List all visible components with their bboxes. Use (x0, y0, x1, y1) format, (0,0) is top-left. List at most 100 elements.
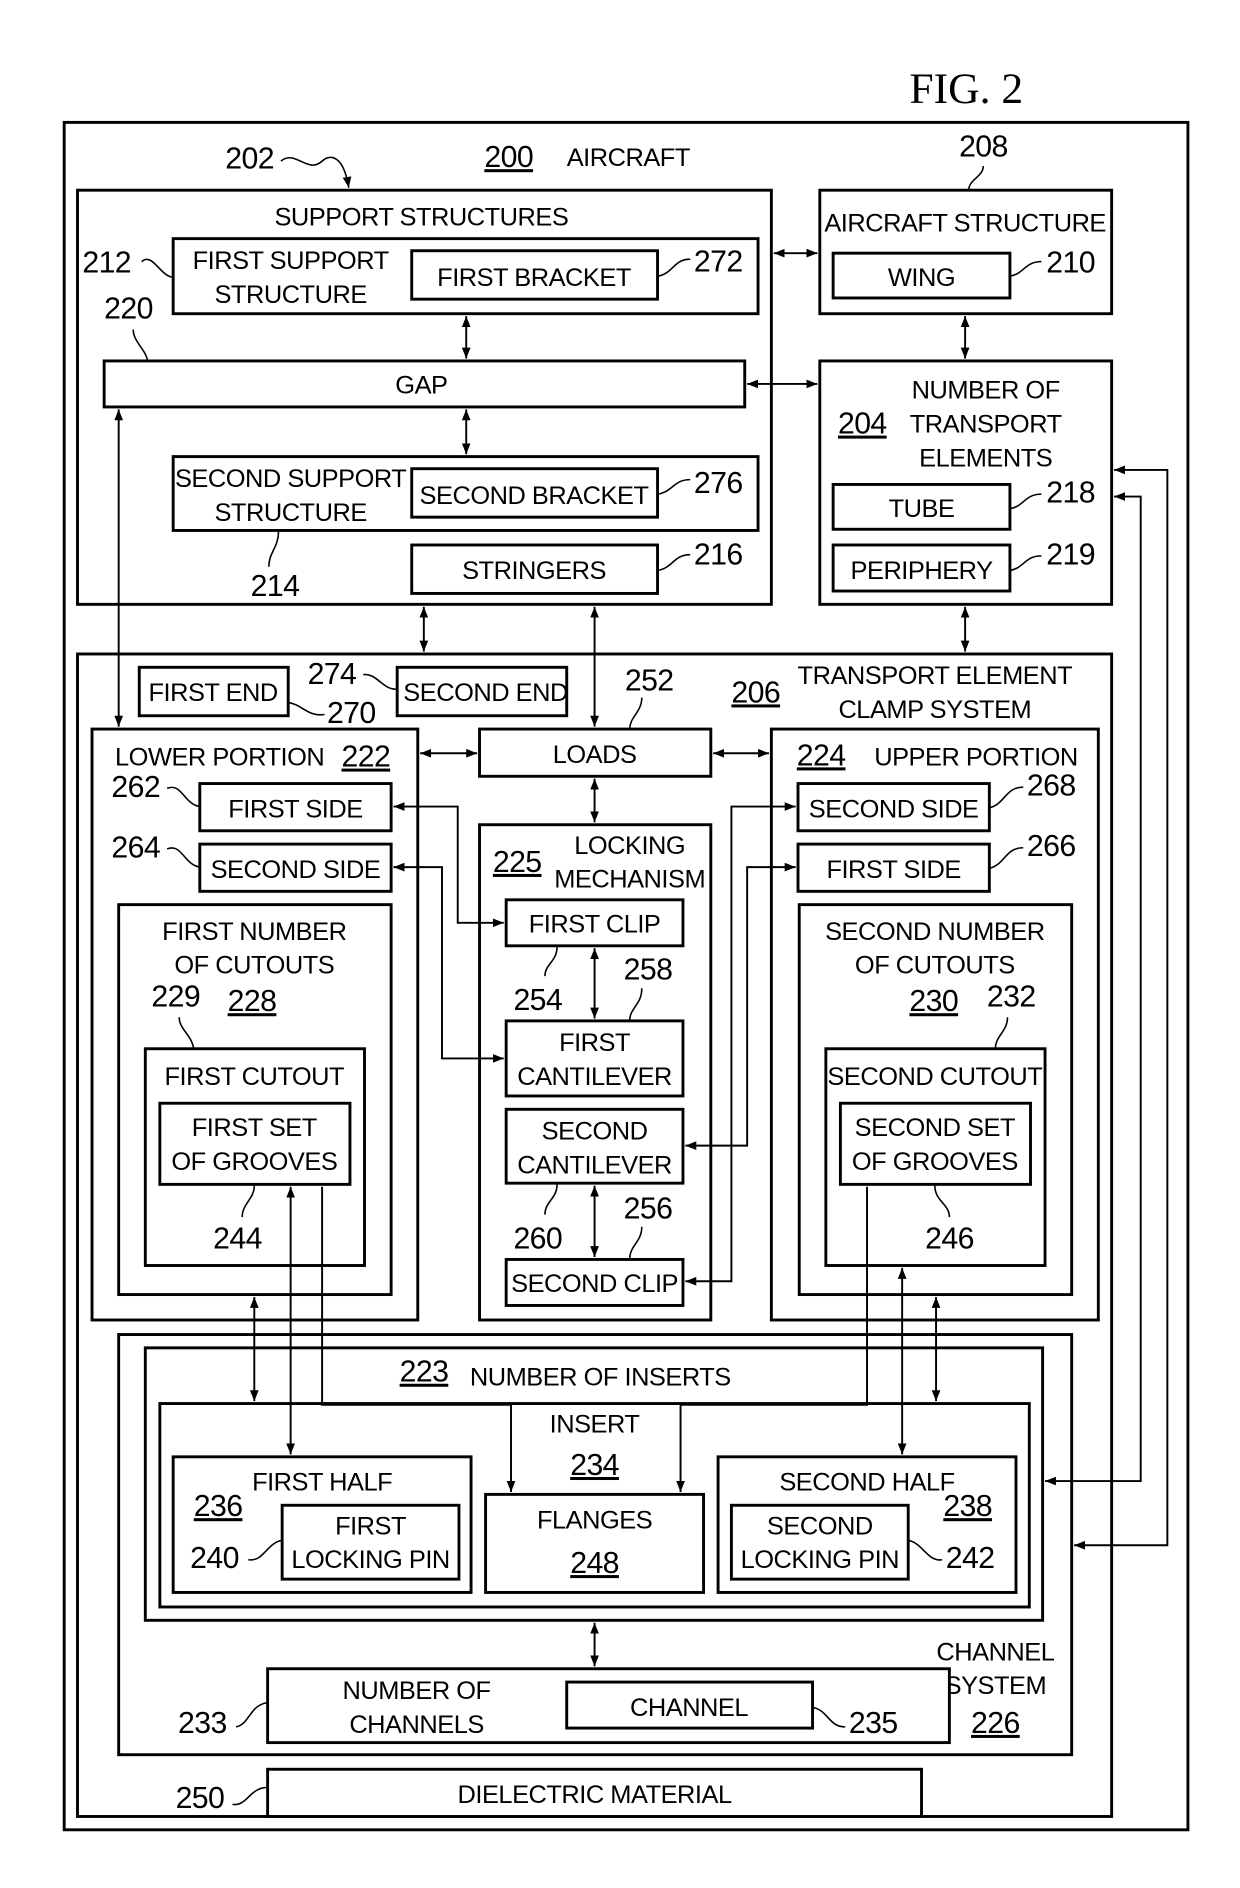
second-grooves-line1: SECOND SET (855, 1114, 1015, 1142)
support-structures-label: SUPPORT STRUCTURES (274, 203, 568, 231)
second-bracket-ref: 276 (694, 467, 743, 500)
aircraft-ref: 200 (484, 141, 533, 174)
gap-label: GAP (395, 372, 447, 400)
upper-portion-label: UPPER PORTION (874, 743, 1078, 771)
second-support-structure-line2: STRUCTURE (214, 499, 366, 527)
transport-elements-line3: ELEMENTS (919, 444, 1052, 472)
clamp-system-ref: 206 (731, 676, 780, 709)
locking-mechanism-line2: MECHANISM (554, 866, 705, 894)
clamp-system-line1: TRANSPORT ELEMENT (798, 662, 1073, 690)
channel-system-line1: CHANNEL (936, 1638, 1054, 1666)
second-cantilever-line2: CANTILEVER (517, 1151, 672, 1179)
periphery-label: PERIPHERY (851, 557, 994, 585)
upper-first-side-label: FIRST SIDE (826, 856, 960, 884)
upper-second-side-label: SECOND SIDE (809, 795, 979, 823)
lower-second-side-ref: 264 (111, 831, 160, 864)
inserts-label: NUMBER OF INSERTS (470, 1363, 731, 1391)
first-cantilever-line2: CANTILEVER (517, 1063, 672, 1091)
first-clip-ref: 254 (513, 984, 562, 1017)
first-locking-pin-ref: 240 (190, 1542, 239, 1575)
first-grooves-ref: 244 (213, 1223, 262, 1256)
upper-first-side-ref: 266 (1027, 830, 1076, 863)
first-cantilever-ref: 258 (624, 954, 673, 987)
first-cutouts-ref: 228 (228, 985, 277, 1018)
stringers-ref: 216 (694, 538, 743, 571)
locking-mechanism-ref: 225 (493, 846, 542, 879)
channel-ref: 235 (849, 1707, 898, 1740)
first-support-structure-ref: 212 (82, 247, 131, 280)
first-end-label: FIRST END (148, 679, 277, 707)
transport-elements-line1: NUMBER OF (912, 376, 1060, 404)
support-structures-ref: 202 (225, 142, 274, 175)
lower-portion-ref: 222 (341, 741, 390, 774)
second-cantilever-ref: 260 (513, 1223, 562, 1256)
second-locking-pin-line2: LOCKING PIN (741, 1546, 899, 1574)
first-grooves-line2: OF GROOVES (171, 1148, 337, 1176)
aircraft-structure-label: AIRCRAFT STRUCTURE (824, 209, 1106, 237)
first-half-ref: 236 (194, 1490, 243, 1523)
first-locking-pin-line1: FIRST (335, 1512, 406, 1540)
clamp-system-line2: CLAMP SYSTEM (838, 696, 1031, 724)
stringers-label: STRINGERS (462, 557, 606, 585)
second-cantilever-line1: SECOND (542, 1118, 648, 1146)
wing-ref: 210 (1046, 247, 1095, 280)
second-cutout-ref: 232 (987, 980, 1036, 1013)
channels-ref: 233 (178, 1707, 227, 1740)
second-cutouts-line2: OF CUTOUTS (855, 952, 1015, 980)
transport-elements-line2: TRANSPORT (910, 410, 1062, 438)
first-cutouts-line1: FIRST NUMBER (162, 918, 346, 946)
aircraft-structure-ref: 208 (959, 130, 1008, 163)
first-support-structure-line2: STRUCTURE (214, 281, 366, 309)
loads-label: LOADS (553, 741, 637, 769)
second-cutouts-line1: SECOND NUMBER (825, 918, 1045, 946)
first-locking-pin-line2: LOCKING PIN (291, 1546, 449, 1574)
channels-line2: CHANNELS (349, 1711, 483, 1739)
second-grooves-line2: OF GROOVES (852, 1148, 1018, 1176)
upper-portion-ref: 224 (797, 739, 846, 772)
aircraft-label: AIRCRAFT (567, 144, 690, 172)
first-cutouts-line2: OF CUTOUTS (174, 952, 334, 980)
figure-title: FIG. 2 (909, 65, 1023, 113)
lower-portion-label: LOWER PORTION (115, 743, 324, 771)
wing-label: WING (888, 264, 955, 292)
flanges-ref: 248 (570, 1547, 619, 1580)
first-grooves-line1: FIRST SET (192, 1114, 317, 1142)
second-cutout-label: SECOND CUTOUT (827, 1063, 1042, 1091)
flanges-label: FLANGES (537, 1506, 652, 1534)
second-half-ref: 238 (943, 1490, 992, 1523)
tube-label: TUBE (889, 495, 955, 523)
insert-label: INSERT (550, 1411, 640, 1439)
loads-ref: 252 (625, 664, 674, 697)
inserts-ref: 223 (400, 1356, 449, 1389)
dielectric-material-ref: 250 (176, 1782, 225, 1815)
second-bracket-label: SECOND BRACKET (420, 482, 649, 510)
periphery-ref: 219 (1046, 538, 1095, 571)
gap-ref: 220 (104, 293, 153, 326)
second-locking-pin-ref: 242 (946, 1542, 995, 1575)
first-cutout-label: FIRST CUTOUT (165, 1063, 345, 1091)
second-locking-pin-line1: SECOND (767, 1512, 873, 1540)
first-cutout-ref: 229 (151, 980, 200, 1013)
block-diagram: FIG. 2 200 AIRCRAFT 202 SUPPORT STRUCTUR… (62, 65, 1190, 1832)
second-end-ref: 274 (308, 658, 357, 691)
second-support-structure-line1: SECOND SUPPORT (175, 465, 406, 493)
second-end-label: SECOND END (403, 679, 568, 707)
lower-first-side-label: FIRST SIDE (228, 795, 362, 823)
second-clip-ref: 256 (624, 1192, 673, 1225)
channels-line1: NUMBER OF (343, 1677, 491, 1705)
locking-mechanism-line1: LOCKING (574, 832, 685, 860)
channel-label: CHANNEL (630, 1694, 748, 1722)
second-cutouts-ref: 230 (909, 985, 958, 1018)
transport-elements-ref: 204 (838, 408, 887, 441)
first-bracket-label: FIRST BRACKET (437, 264, 631, 292)
first-half-label: FIRST HALF (252, 1469, 392, 1497)
second-support-structure-ref: 214 (251, 570, 300, 603)
second-grooves-ref: 246 (925, 1223, 974, 1256)
dielectric-material-label: DIELECTRIC MATERIAL (458, 1781, 732, 1809)
tube-ref: 218 (1046, 477, 1095, 510)
channel-system-line2: SYSTEM (945, 1672, 1047, 1700)
lower-second-side-label: SECOND SIDE (211, 856, 381, 884)
upper-second-side-ref: 268 (1027, 770, 1076, 803)
first-cantilever-line1: FIRST (559, 1029, 630, 1057)
second-clip-label: SECOND CLIP (511, 1270, 678, 1298)
